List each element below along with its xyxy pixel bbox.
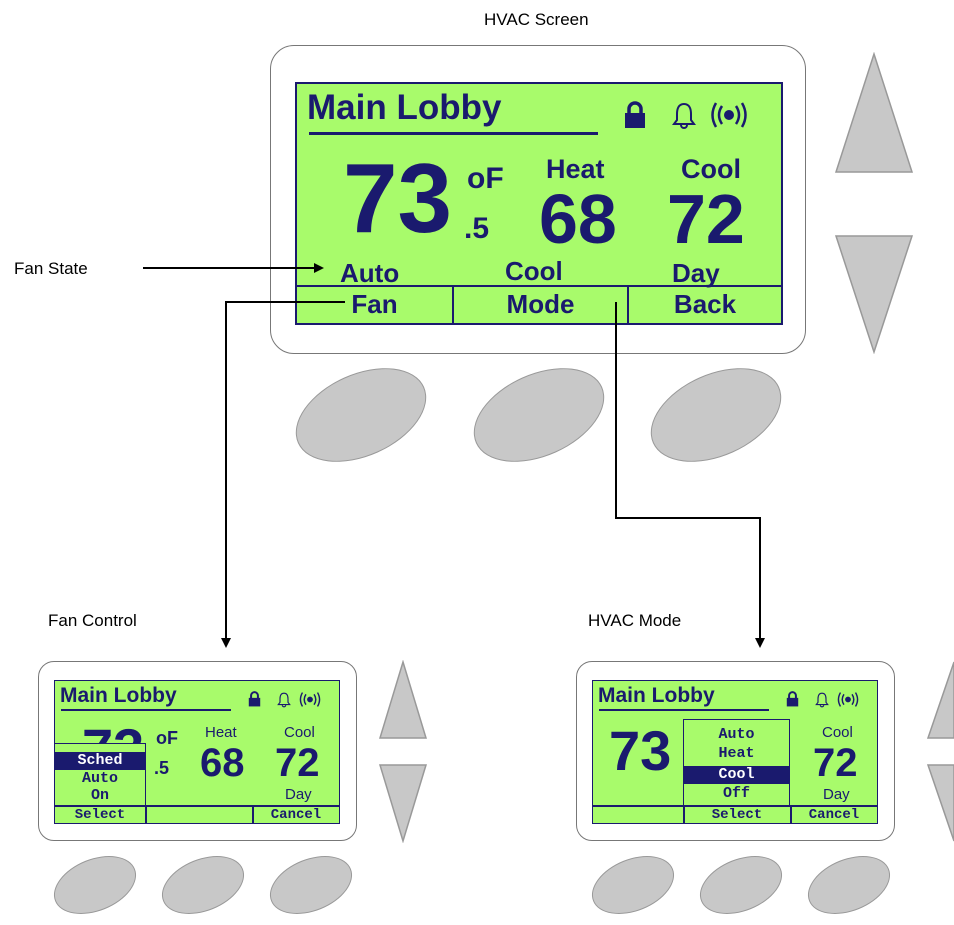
fan-softkey-to-fan-control-arrow <box>221 301 345 648</box>
mode-softkey-to-hvac-mode-arrow <box>615 302 765 648</box>
connector-arrows <box>143 263 765 648</box>
